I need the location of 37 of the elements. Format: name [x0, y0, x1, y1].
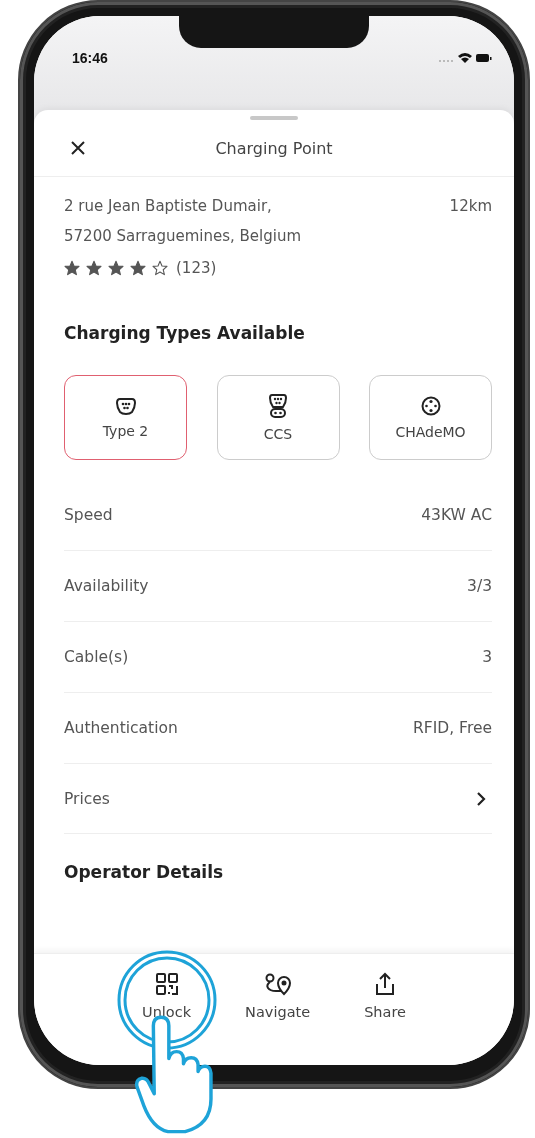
close-icon: [70, 140, 86, 156]
empty-star-icon: [152, 260, 168, 276]
prices-row[interactable]: Prices: [64, 764, 492, 834]
review-count: (123): [176, 259, 217, 277]
connector-option[interactable]: Type 2: [64, 375, 187, 460]
address-line: 2 rue Jean Baptiste Dumair,: [64, 196, 273, 217]
detail-value: 3: [482, 648, 492, 666]
connector-icon: [115, 396, 136, 415]
connector-icon: [269, 393, 287, 418]
connector-option[interactable]: CCS: [216, 375, 340, 460]
section-heading: Charging Types Available: [64, 323, 306, 343]
filled-star-icon: [108, 260, 124, 276]
sheet-handle[interactable]: [250, 116, 298, 120]
address-line: 57200 Sarraguemines, Belgium: [64, 226, 302, 247]
connector-icon: [420, 395, 441, 416]
sheet-title: Charging Point: [215, 138, 333, 158]
distance-text: 12km: [449, 196, 492, 217]
detail-label: Cable(s): [64, 648, 129, 666]
status-time: 16:46: [72, 50, 108, 66]
route-pin-icon: [263, 972, 292, 996]
detail-label: Authentication: [64, 719, 178, 737]
detail-label: Speed: [64, 506, 113, 524]
detail-label: Availability: [64, 577, 149, 595]
action-button[interactable]: Navigate: [237, 968, 319, 1032]
section-heading: Operator Details: [64, 862, 225, 882]
detail-value: RFID, Free: [413, 719, 492, 737]
filled-star-icon: [64, 260, 80, 276]
detail-value: 43KW AC: [421, 506, 492, 524]
status-icons: [438, 51, 492, 65]
filled-star-icon: [130, 260, 146, 276]
action-button[interactable]: Share: [356, 968, 414, 1032]
connector-option[interactable]: CHAdeMO: [369, 375, 492, 460]
share-icon: [374, 972, 397, 996]
detail-value: 3/3: [467, 577, 492, 595]
chevron-right-icon: [476, 790, 486, 807]
filled-star-icon: [86, 260, 102, 276]
qr-code-icon: [154, 972, 179, 996]
